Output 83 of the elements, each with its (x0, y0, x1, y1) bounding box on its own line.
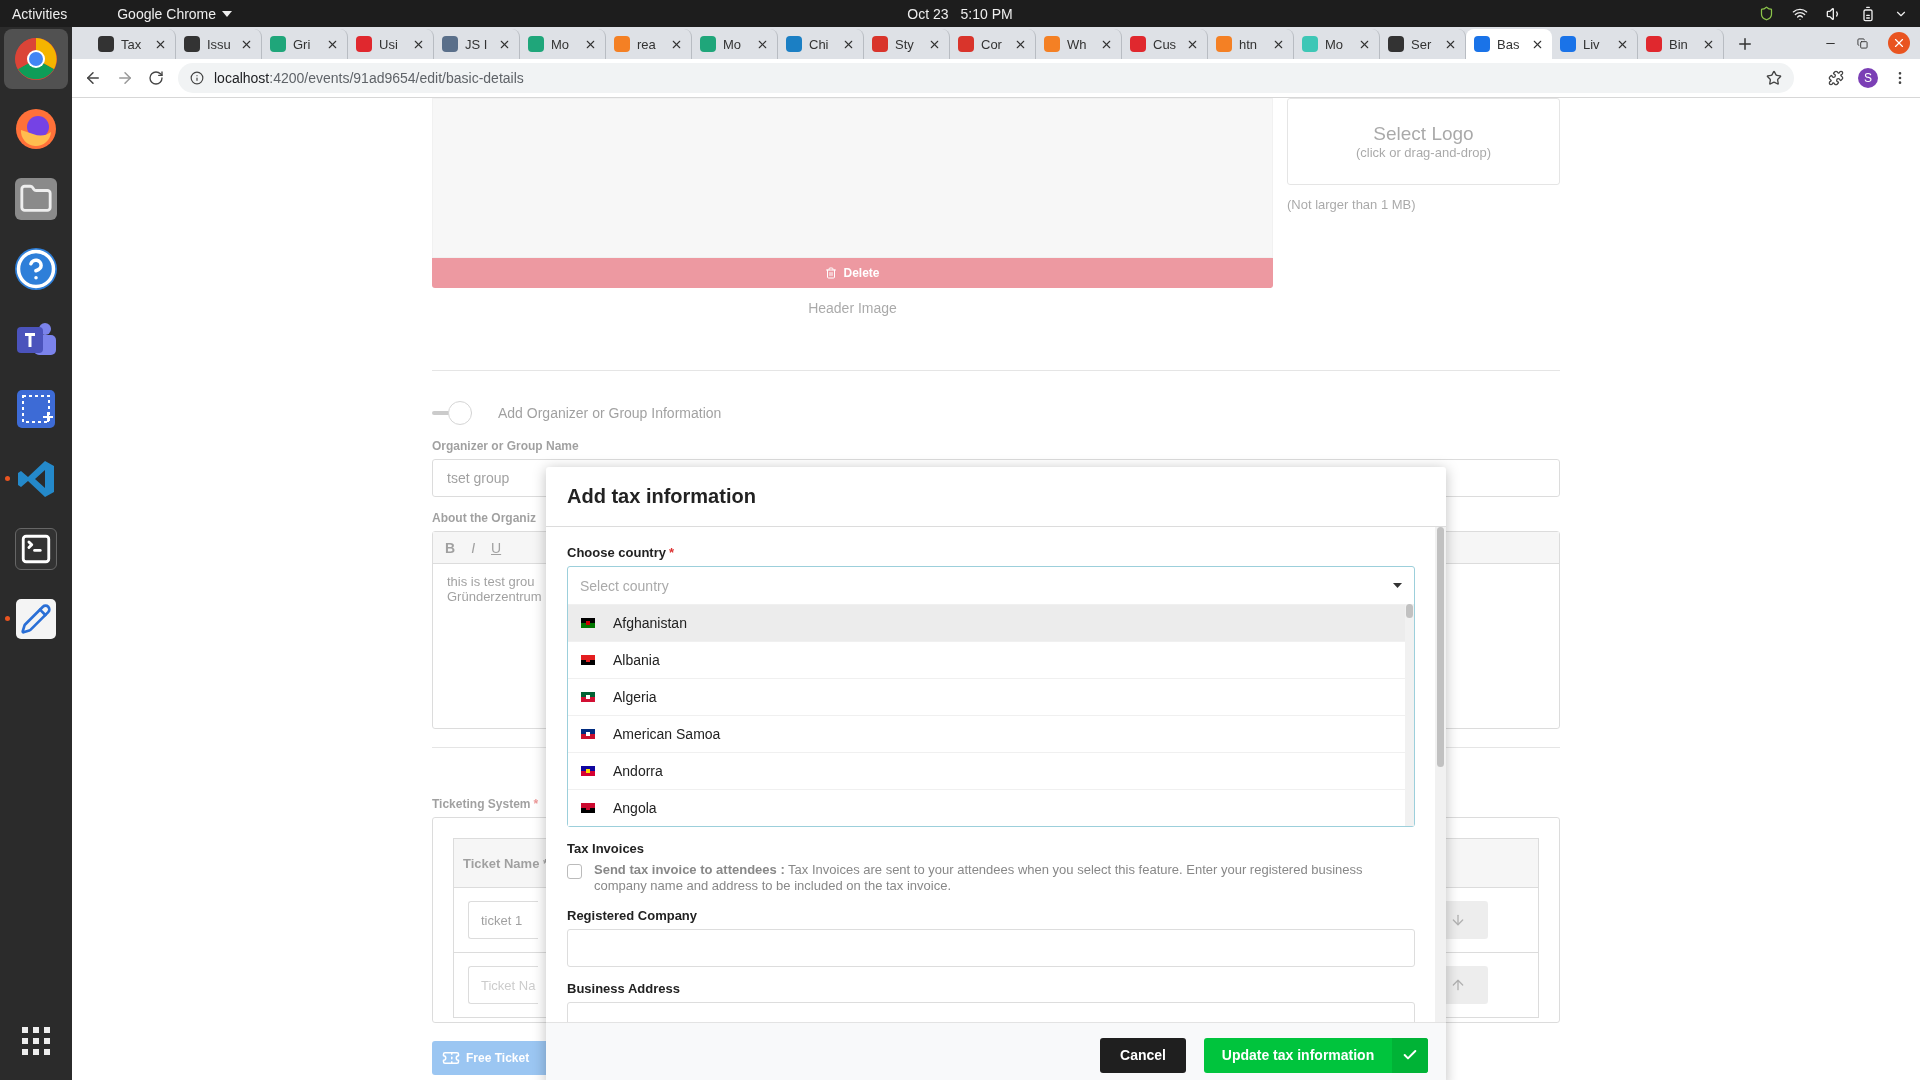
toggle-label: Add Organizer or Group Information (498, 405, 722, 421)
tab-title: Chi (809, 36, 830, 52)
dropdown-caret-icon[interactable] (1393, 583, 1402, 588)
text-editor-icon[interactable] (16, 599, 56, 639)
flag-icon (581, 692, 595, 702)
tab-title: Cus (1153, 36, 1178, 52)
extensions-icon[interactable] (1828, 70, 1844, 86)
field-label: About the Organiz (432, 511, 536, 525)
tab-title: Mo (1325, 36, 1345, 52)
tab-title: Liv (1583, 36, 1601, 52)
browser-tab[interactable]: Bas (1466, 29, 1552, 59)
help-icon[interactable] (15, 248, 57, 290)
forward-icon[interactable] (116, 69, 134, 87)
tab-title: Mo (551, 36, 571, 52)
info-icon[interactable] (190, 71, 204, 85)
scrollbar[interactable] (1405, 604, 1414, 826)
screenshot-icon[interactable] (15, 388, 57, 430)
reload-icon[interactable] (148, 70, 164, 86)
flag-icon (581, 618, 595, 628)
close-icon (1892, 36, 1906, 50)
battery-icon[interactable] (1860, 5, 1876, 22)
checkbox[interactable] (567, 864, 582, 879)
folder-icon[interactable] (15, 178, 57, 220)
tab-title: Cor (981, 36, 1003, 52)
terminal-icon[interactable] (15, 528, 57, 570)
firefox-icon[interactable] (15, 108, 57, 150)
restore-icon[interactable] (1857, 37, 1868, 49)
tab-title: JS I (465, 36, 489, 52)
size-note: (Not larger than 1 MB) (1287, 197, 1417, 212)
ticket-icon (442, 1049, 460, 1067)
tab-title: Wh (1067, 36, 1088, 52)
country-option[interactable]: Afghanistan (568, 604, 1405, 641)
tab-title: Tax (121, 36, 143, 52)
field-label: Ticketing System * (432, 797, 539, 811)
bookmark-star-icon[interactable] (1766, 70, 1782, 86)
dropzone-hint: (click or drag-and-drop) (1355, 145, 1492, 160)
caret-icon (222, 10, 233, 17)
url-text: localhost:4200/events/91ad9654/edit/basic-details (214, 70, 524, 86)
tab-title: Ser (1411, 36, 1433, 52)
trash-icon (825, 267, 838, 279)
tab-title: Usi (379, 36, 399, 52)
image-caption: Header Image (808, 300, 897, 316)
new-tab-icon[interactable] (1736, 35, 1754, 53)
app-grid-icon[interactable] (21, 1026, 51, 1056)
code-editor-icon[interactable] (16, 459, 56, 499)
flag-icon (581, 766, 595, 776)
dock-item[interactable] (4, 29, 68, 89)
checkbox-description: Send tax invoice to attendees : Tax Invoices are sent to your attendees when you select this feature. Enter your registered business company name and address to be included on the tax invoice. (594, 862, 1364, 894)
chrome-icon[interactable] (14, 37, 58, 81)
close-window-button[interactable] (1888, 32, 1910, 54)
clock-text[interactable]: 5:10 PM (960, 5, 1013, 22)
editor-text: this is test grou (447, 574, 535, 589)
tab-title: Bin (1669, 36, 1689, 52)
app-menu[interactable]: Google Chrome (117, 5, 217, 22)
field-label: Business Address (567, 981, 681, 996)
tab-title: rea (637, 36, 657, 52)
tab-title: Sty (895, 36, 915, 52)
tab-title: Mo (723, 36, 743, 52)
country-select[interactable]: Select country Afghanistan Albania Algeria American Samoa Andorra Angola (567, 566, 1415, 827)
select-input[interactable]: Select country (580, 577, 1393, 594)
tab-title: Issu (207, 36, 232, 52)
date-text[interactable]: Oct 23 (907, 5, 949, 22)
field-label: Organizer or Group Name (432, 439, 579, 453)
scrollbar[interactable] (1435, 527, 1446, 1022)
tab-title: Bas (1497, 36, 1521, 52)
profile-avatar[interactable]: S (1858, 68, 1878, 88)
tab-title: htn (1239, 36, 1259, 52)
back-icon[interactable] (84, 69, 102, 87)
editor-text: Gründerzentrum (447, 589, 542, 604)
shield-icon[interactable] (1759, 6, 1774, 21)
input-field[interactable] (567, 929, 1415, 967)
flag-icon (581, 729, 595, 739)
section-heading: Tax Invoices (567, 841, 646, 856)
flag-icon (581, 655, 595, 665)
dropzone-title: Select Logo (1373, 123, 1474, 145)
tab-title: Gri (293, 36, 312, 52)
field-label: Choose country * (567, 545, 676, 560)
country-option[interactable]: Angola (568, 789, 1405, 826)
activities-button[interactable]: Activities (12, 5, 68, 22)
cancel-button[interactable]: Cancel (1100, 1037, 1186, 1073)
address-bar[interactable]: localhost:4200/events/91ad9654/edit/basic-details (178, 63, 1794, 93)
flag-icon (581, 803, 595, 813)
field-label: Registered Company (567, 908, 699, 923)
